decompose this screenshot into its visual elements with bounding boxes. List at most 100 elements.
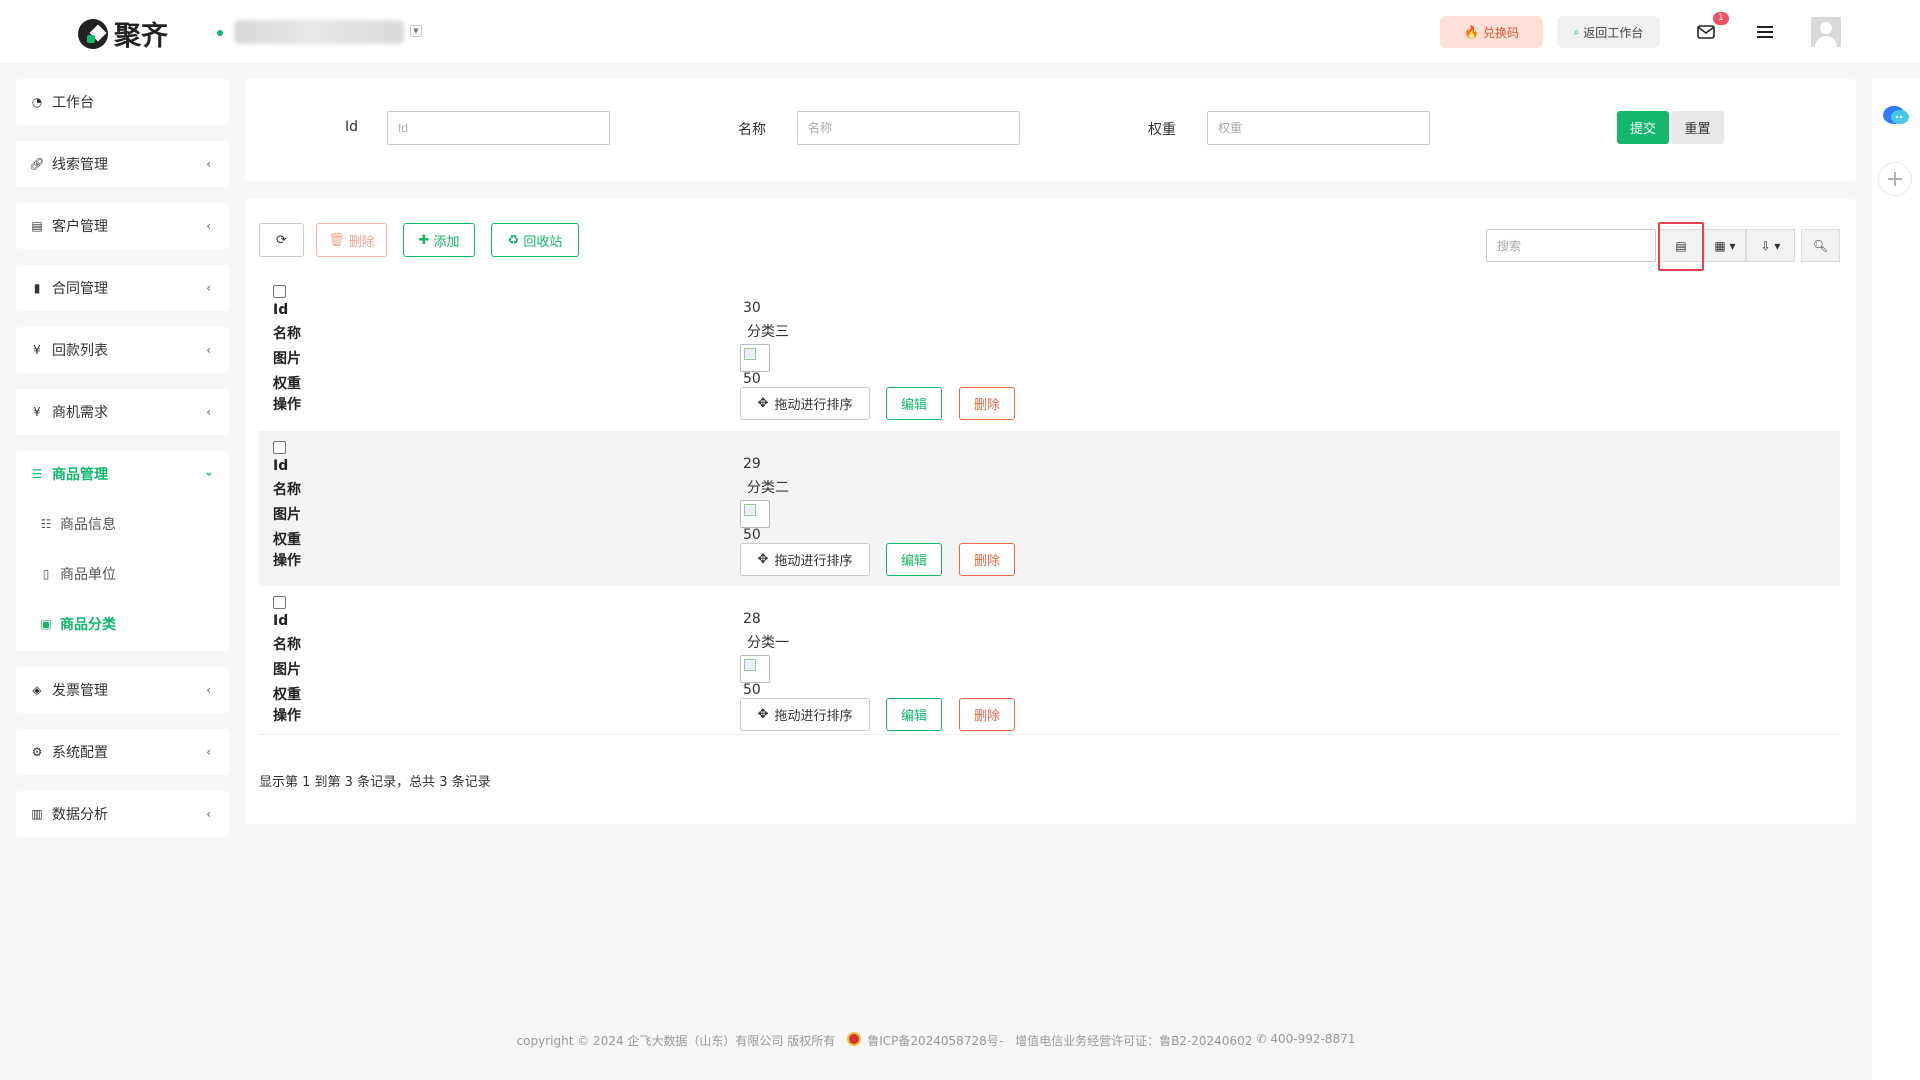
- ops-label: 操作: [273, 553, 301, 569]
- top-header: 聚齐 ▼ 🔥 兑换码 ⌕ 返回工作台 1: [0, 0, 1920, 63]
- row-weight: 50: [743, 682, 761, 698]
- weight-label: 权重: [273, 532, 301, 548]
- name-field[interactable]: [797, 111, 1020, 145]
- bulk-delete-button[interactable]: 🗑︎ 删除: [316, 223, 387, 257]
- chat-icon[interactable]: [1882, 104, 1910, 128]
- gears-icon: ⚙: [31, 745, 43, 759]
- sidebar-card-customers: ▤ 客户管理 ‹: [16, 203, 229, 249]
- sidebar-item-analytics[interactable]: ▥ 数据分析 ‹: [16, 794, 229, 834]
- bookmark-icon: ▮: [33, 281, 41, 295]
- sidebar-card-analytics: ▥ 数据分析 ‹: [16, 791, 229, 837]
- sidebar-item-workbench[interactable]: ◔ 工作台: [16, 82, 229, 122]
- name-label: 名称: [273, 326, 301, 342]
- sidebar-subitem-product-info[interactable]: ☷ 商品信息: [16, 504, 229, 544]
- submit-button[interactable]: 提交: [1617, 111, 1669, 144]
- pagination-info: 显示第 1 到第 3 条记录，总共 3 条记录: [259, 775, 491, 790]
- sidebar-item-label: 工作台: [52, 95, 94, 111]
- plus-icon: ✚: [418, 232, 430, 248]
- chevron-left-icon: ‹: [206, 157, 211, 171]
- row-checkbox[interactable]: [273, 596, 286, 609]
- mail-icon[interactable]: [1694, 20, 1718, 44]
- sidebar-item-invoices[interactable]: ◈ 发票管理 ‹: [16, 670, 229, 710]
- dashboard-icon: ◔: [31, 95, 43, 109]
- row-id: 29: [743, 456, 761, 472]
- tag-icon: ◈: [32, 683, 42, 697]
- search-icon: 🔍︎: [1812, 238, 1829, 253]
- sidebar-item-payments[interactable]: ¥ 回款列表 ‹: [16, 330, 229, 370]
- delete-button[interactable]: 删除: [959, 543, 1015, 576]
- table-search-input[interactable]: [1486, 229, 1656, 262]
- sidebar-card-contracts: ▮ 合同管理 ‹: [16, 265, 229, 311]
- edit-button[interactable]: 编辑: [886, 698, 942, 731]
- delete-button[interactable]: 删除: [959, 698, 1015, 731]
- category-table-card: ⟳ 🗑︎ 删除 ✚ 添加 ♻ 回收站 ▤ ▦ ▾ ⇩ ▾ 🔍︎ Id 名称 图片…: [245, 199, 1856, 824]
- mail-badge: 1: [1713, 12, 1729, 25]
- row-checkbox[interactable]: [273, 441, 286, 454]
- footer-copyright: copyright © 2024 企飞大数据（山东）有限公司 版权所有: [516, 1034, 836, 1048]
- app-logo[interactable]: 聚齐: [78, 14, 168, 53]
- chevron-left-icon: ‹: [206, 807, 211, 821]
- chevron-left-icon: ‹: [206, 343, 211, 357]
- sidebar-item-leads[interactable]: 🔗︎ 线索管理 ‹: [16, 144, 229, 184]
- sidebar-item-system[interactable]: ⚙ 系统配置 ‹: [16, 732, 229, 772]
- footer-icp[interactable]: 鲁ICP备2024058728号-: [867, 1032, 1003, 1049]
- back-to-workbench-label: 返回工作台: [1583, 25, 1644, 40]
- footer-license: 增值电信业务经营许可证：鲁B2-20240602: [1015, 1034, 1253, 1048]
- yen-icon: ¥: [33, 405, 41, 419]
- edit-button[interactable]: 编辑: [886, 543, 942, 576]
- id-field[interactable]: [387, 111, 610, 145]
- export-icon: ⇩ ▾: [1760, 238, 1781, 253]
- image-label: 图片: [273, 351, 301, 367]
- add-app-button[interactable]: +: [1878, 162, 1912, 196]
- sidebar-card-system: ⚙ 系统配置 ‹: [16, 729, 229, 775]
- weight-field[interactable]: [1207, 111, 1430, 145]
- sidebar-item-customers[interactable]: ▤ 客户管理 ‹: [16, 206, 229, 246]
- logo-mark-icon: [78, 18, 108, 49]
- row-checkbox[interactable]: [273, 285, 286, 298]
- workspace-name-blurred[interactable]: [234, 20, 404, 44]
- user-avatar[interactable]: [1811, 17, 1841, 47]
- trash-icon: 🗑︎: [328, 232, 345, 248]
- sidebar-item-label: 系统配置: [52, 745, 108, 761]
- broken-image-icon: [740, 655, 770, 683]
- drag-sort-button[interactable]: ✥ 拖动进行排序: [740, 698, 870, 731]
- reset-button[interactable]: 重置: [1671, 111, 1724, 144]
- refresh-icon: ⟳: [276, 232, 287, 248]
- sidebar-card-invoices: ◈ 发票管理 ‹: [16, 667, 229, 713]
- broken-image-icon: [740, 500, 770, 528]
- name-label: 名称: [273, 482, 301, 498]
- advanced-search-button[interactable]: 🔍︎: [1801, 229, 1840, 262]
- sidebar-item-opportunities[interactable]: ¥ 商机需求 ‹: [16, 392, 229, 432]
- table-row: Id 名称 图片 权重 操作 28 分类一 50 ✥ 拖动进行排序 编辑 删除: [259, 586, 1840, 741]
- recycle-bin-button[interactable]: ♻ 回收站: [491, 223, 579, 257]
- sidebar-item-products[interactable]: ☰ 商品管理 ‹: [16, 454, 229, 494]
- drag-sort-button[interactable]: ✥ 拖动进行排序: [740, 387, 870, 420]
- police-badge-icon: [847, 1032, 862, 1046]
- yen-icon: ¥: [33, 343, 41, 357]
- id-label: Id: [273, 613, 289, 629]
- sidebar-item-label: 合同管理: [52, 281, 108, 297]
- plus-icon: +: [1885, 166, 1905, 192]
- workspace-status-dot: [217, 30, 223, 36]
- back-to-workbench-button[interactable]: ⌕ 返回工作台: [1557, 16, 1660, 48]
- columns-dropdown[interactable]: ▦ ▾: [1704, 229, 1746, 262]
- delete-button[interactable]: 删除: [959, 387, 1015, 420]
- redeem-code-button[interactable]: 🔥 兑换码: [1440, 16, 1543, 48]
- workspace-dropdown-icon[interactable]: ▼: [410, 25, 422, 37]
- menu-icon[interactable]: [1753, 20, 1777, 44]
- edit-button[interactable]: 编辑: [886, 387, 942, 420]
- sidebar-subitem-product-unit[interactable]: ▯ 商品单位: [16, 554, 229, 594]
- sidebar-subitem-product-category[interactable]: ▣ 商品分类: [16, 604, 229, 644]
- drag-sort-button[interactable]: ✥ 拖动进行排序: [740, 543, 870, 576]
- sidebar-item-contracts[interactable]: ▮ 合同管理 ‹: [16, 268, 229, 308]
- redeem-code-label: 兑换码: [1482, 25, 1519, 40]
- bulk-delete-label: 删除: [348, 234, 375, 250]
- add-button[interactable]: ✚ 添加: [403, 223, 475, 257]
- sidebar-subitem-label: 商品分类: [60, 617, 116, 633]
- refresh-button[interactable]: ⟳: [259, 223, 304, 257]
- name-field-label: 名称: [738, 122, 766, 138]
- broken-image-icon: [740, 344, 770, 372]
- chevron-left-icon: ‹: [206, 219, 211, 233]
- fire-icon: 🔥: [1464, 25, 1479, 39]
- export-dropdown[interactable]: ⇩ ▾: [1746, 229, 1795, 262]
